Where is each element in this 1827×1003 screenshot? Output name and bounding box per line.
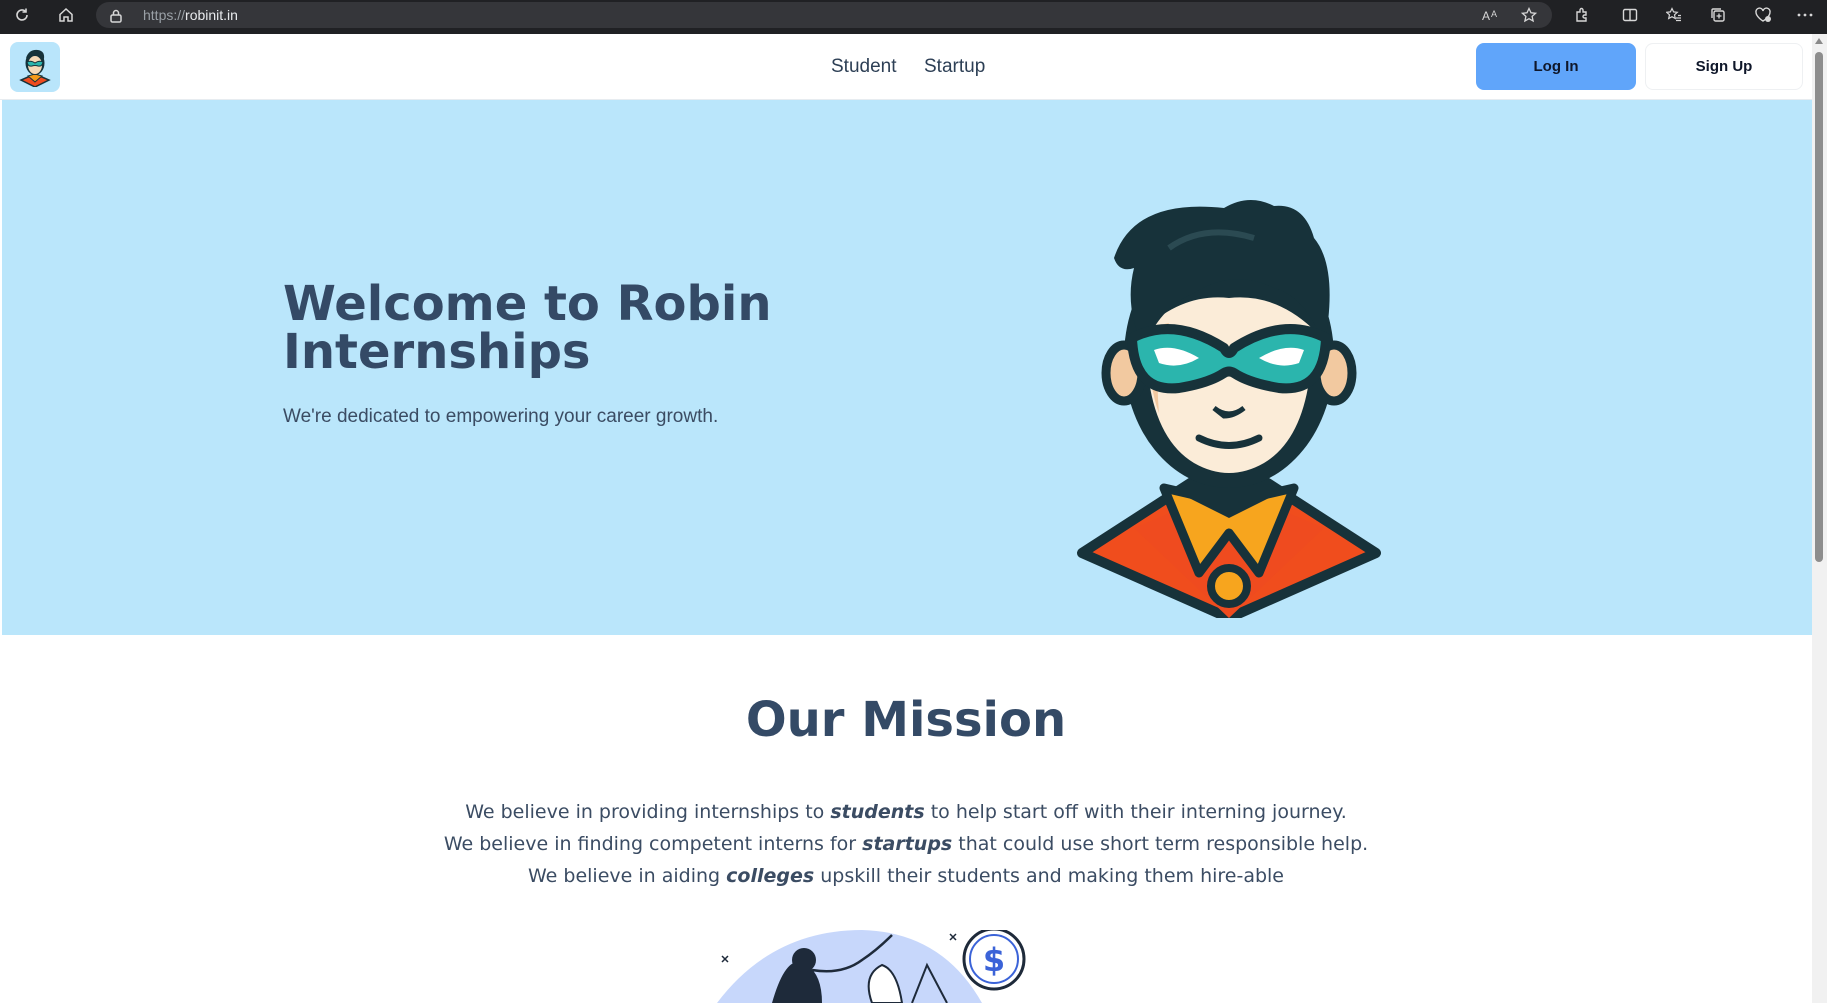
robin-logo-icon [19, 49, 51, 87]
home-icon[interactable] [55, 4, 77, 26]
hero-subtitle: We're dedicated to empowering your caree… [283, 406, 719, 427]
svg-text:A: A [1491, 9, 1497, 19]
favorites-icon[interactable] [1663, 4, 1685, 26]
svg-text:$: $ [983, 941, 1005, 979]
robin-mascot-illustration [1077, 199, 1381, 618]
scrollbar-thumb[interactable] [1815, 52, 1823, 562]
browser-toolbar: https://robinit.in AA [0, 0, 1827, 30]
site-navbar: Student Startup Log In Sign Up [0, 34, 1812, 100]
svg-text:A: A [1482, 9, 1490, 22]
mission-title: Our Mission [745, 692, 1067, 748]
mission-illustration: $ [717, 930, 1026, 1003]
extensions-icon[interactable] [1571, 4, 1593, 26]
site-logo[interactable] [10, 42, 60, 92]
login-button[interactable]: Log In [1476, 43, 1636, 90]
nav-link-startup[interactable]: Startup [924, 56, 985, 78]
lock-icon [110, 8, 122, 27]
mission-line-students: We believe in providing internships to s… [465, 801, 1347, 823]
address-bar[interactable]: https://robinit.in AA [96, 2, 1552, 28]
mission-line-startups: We believe in finding competent interns … [443, 833, 1369, 855]
page-viewport: Student Startup Log In Sign Up Welcome t… [0, 34, 1827, 1003]
split-screen-icon[interactable] [1619, 4, 1641, 26]
nav-link-student[interactable]: Student [831, 56, 897, 78]
signup-button[interactable]: Sign Up [1645, 43, 1803, 90]
browser-essentials-icon[interactable] [1752, 4, 1774, 26]
scroll-up-arrow-icon[interactable] [1815, 38, 1823, 44]
refresh-icon[interactable] [11, 4, 33, 26]
favorite-star-icon[interactable] [1518, 4, 1540, 26]
mission-statement: We believe in providing internships to s… [0, 796, 1812, 892]
collections-icon[interactable] [1707, 4, 1729, 26]
hero-title: Welcome to Robin Internships [283, 276, 772, 380]
page-scrollbar[interactable] [1812, 34, 1827, 1003]
more-icon[interactable] [1794, 4, 1816, 26]
hero-section: Welcome to Robin Internships We're dedic… [2, 100, 1812, 635]
read-aloud-icon[interactable]: AA [1480, 4, 1502, 26]
mission-line-colleges: We believe in aiding colleges upskill th… [528, 865, 1284, 887]
url-text: https://robinit.in [143, 7, 238, 23]
